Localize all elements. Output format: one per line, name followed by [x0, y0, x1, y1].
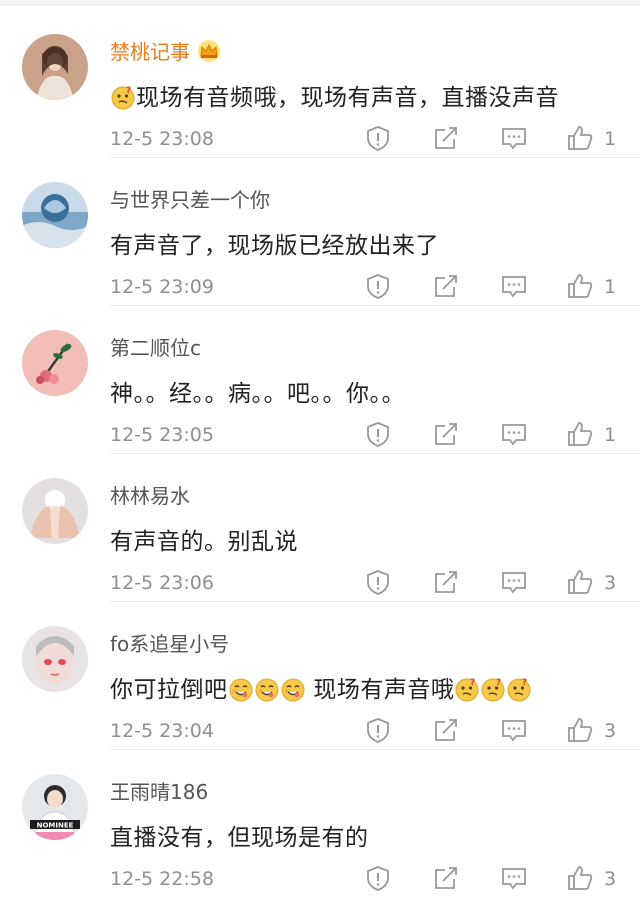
timestamp: 12-5 23:05 [110, 424, 214, 446]
share-button[interactable] [432, 716, 462, 746]
comment-button[interactable] [500, 864, 530, 894]
comment-button[interactable] [500, 568, 530, 598]
comment-button[interactable] [500, 124, 530, 154]
like-count: 1 [604, 276, 617, 298]
like-button[interactable] [566, 716, 596, 746]
comment-icon [502, 572, 526, 594]
report-icon [367, 866, 389, 891]
share-icon [435, 571, 457, 593]
username[interactable]: 与世界只差一个你 [110, 184, 270, 213]
username[interactable]: 禁桃记事 [110, 36, 222, 68]
avatar[interactable]: NOMINEE [22, 774, 88, 840]
like-icon [568, 718, 593, 742]
comment-text-part: 你可拉倒吧 [110, 677, 228, 703]
comment-item: 林林易水 有声音的。别乱说 12-5 23:06 3 [0, 454, 640, 602]
username[interactable]: 王雨晴186 [110, 776, 208, 805]
avatar[interactable] [22, 34, 88, 100]
confused-emoji-icon [111, 85, 135, 116]
report-button[interactable] [364, 568, 394, 598]
comment-item: 与世界只差一个你 有声音了，现场版已经放出来了 12-5 23:09 1 [0, 158, 640, 306]
comment-text: 现场有音频哦，现场有声音，直播没声音 [110, 78, 559, 116]
like-button[interactable] [566, 272, 596, 302]
like-count: 3 [604, 868, 617, 890]
yum-emoji-icon [228, 678, 253, 708]
share-button[interactable] [432, 864, 462, 894]
share-icon [435, 423, 457, 445]
like-icon [568, 422, 593, 446]
avatar[interactable] [22, 182, 88, 248]
avatar[interactable] [22, 478, 88, 544]
username-text[interactable]: 禁桃记事 [110, 40, 190, 64]
like-count: 1 [604, 128, 617, 150]
report-button[interactable] [364, 272, 394, 302]
username[interactable]: fo系追星小号 [110, 628, 229, 657]
yum-emoji-icon [254, 678, 279, 708]
timestamp: 12-5 23:08 [110, 128, 214, 150]
like-icon [568, 866, 593, 890]
comment-text: 直播没有，但现场是有的 [110, 825, 369, 851]
comment-text: 有声音了，现场版已经放出来了 [110, 233, 439, 259]
comment-button[interactable] [500, 272, 530, 302]
report-button[interactable] [364, 864, 394, 894]
comment-icon [502, 276, 526, 298]
yum-emoji-icon [280, 678, 305, 708]
like-count: 3 [604, 572, 617, 594]
comment-item: NOMINEE 王雨晴186 直播没有，但现场是有的 12-5 22:58 3 [0, 750, 640, 898]
comment-item: 禁桃记事 现场有音频哦，现场有声音，直播没声音 12-5 23:08 1 [0, 10, 640, 158]
confused-emoji-icon [481, 677, 506, 708]
comment-icon [502, 424, 526, 446]
report-icon [367, 274, 389, 299]
like-button[interactable] [566, 124, 596, 154]
comment-text: 神。。经。。病。。吧。。你。。 [110, 381, 405, 407]
comment-icon [502, 128, 526, 150]
top-divider [0, 0, 640, 6]
comment-button[interactable] [500, 716, 530, 746]
report-button[interactable] [364, 716, 394, 746]
username[interactable]: 林林易水 [110, 480, 190, 509]
avatar[interactable] [22, 626, 88, 692]
share-icon [435, 127, 457, 149]
report-button[interactable] [364, 420, 394, 450]
report-button[interactable] [364, 124, 394, 154]
username[interactable]: 第二顺位c [110, 332, 201, 361]
report-icon [367, 422, 389, 447]
like-icon [568, 274, 593, 298]
report-icon [367, 718, 389, 743]
like-count: 3 [604, 720, 617, 742]
crown-icon [196, 39, 222, 68]
confused-emoji-icon [507, 677, 532, 708]
share-button[interactable] [432, 568, 462, 598]
share-icon [435, 275, 457, 297]
comment-icon [502, 720, 526, 742]
comment-item: fo系追星小号 你可拉倒吧 现场有声音哦 12-5 23:04 3 [0, 602, 640, 750]
comment-text-part: 现场有声音哦 [313, 677, 455, 703]
comment-button[interactable] [500, 420, 530, 450]
confused-emoji-icon [455, 677, 480, 708]
like-icon [568, 570, 593, 594]
timestamp: 12-5 23:06 [110, 572, 214, 594]
comment-item: 第二顺位c 神。。经。。病。。吧。。你。。 12-5 23:05 1 [0, 306, 640, 454]
share-icon [435, 719, 457, 741]
timestamp: 12-5 22:58 [110, 868, 214, 890]
share-button[interactable] [432, 272, 462, 302]
like-button[interactable] [566, 568, 596, 598]
report-icon [367, 126, 389, 151]
avatar-badge-text: NOMINEE [37, 822, 74, 830]
share-button[interactable] [432, 124, 462, 154]
like-icon [568, 126, 593, 150]
timestamp: 12-5 23:04 [110, 720, 214, 742]
report-icon [367, 570, 389, 595]
share-icon [435, 867, 457, 889]
comment-icon [502, 868, 526, 890]
timestamp: 12-5 23:09 [110, 276, 214, 298]
comment-text: 你可拉倒吧 现场有声音哦 [110, 670, 532, 708]
avatar[interactable] [22, 330, 88, 396]
like-button[interactable] [566, 864, 596, 894]
comment-text-body: 现场有音频哦，现场有声音，直播没声音 [136, 85, 559, 111]
comment-text: 有声音的。别乱说 [110, 529, 298, 555]
like-count: 1 [604, 424, 617, 446]
like-button[interactable] [566, 420, 596, 450]
share-button[interactable] [432, 420, 462, 450]
